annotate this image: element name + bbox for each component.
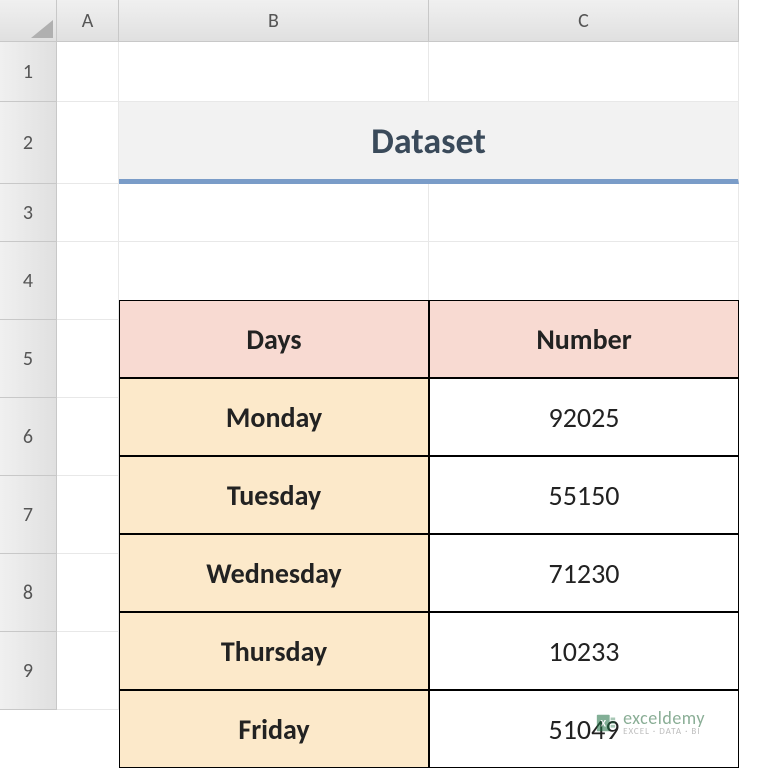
column-header-B[interactable]: B	[119, 0, 429, 42]
row-header-9[interactable]: 9	[0, 632, 57, 710]
cell-A6[interactable]	[57, 398, 119, 476]
row-header-4[interactable]: 4	[0, 242, 57, 320]
column-header-A[interactable]: A	[57, 0, 119, 42]
row-header-8[interactable]: 8	[0, 554, 57, 632]
column-header-C[interactable]: C	[429, 0, 739, 42]
watermark-brand: exceldemy	[623, 709, 705, 727]
watermark-tagline: EXCEL · DATA · BI	[623, 727, 705, 736]
table-header-number[interactable]: Number	[429, 300, 739, 378]
table-row-number[interactable]: 55150	[429, 456, 739, 534]
row-header-3[interactable]: 3	[0, 184, 57, 242]
cell-A3[interactable]	[57, 184, 119, 242]
cell-A5[interactable]	[57, 320, 119, 398]
table-row-number[interactable]: 71230	[429, 534, 739, 612]
data-table: Days Number Monday 92025 Tuesday 55150 W…	[119, 300, 739, 768]
cell-A2[interactable]	[57, 102, 119, 184]
row-header-7[interactable]: 7	[0, 476, 57, 554]
watermark-text: exceldemy EXCEL · DATA · BI	[623, 709, 705, 736]
title-cell[interactable]: Dataset	[119, 102, 739, 184]
cell-A4[interactable]	[57, 242, 119, 320]
cell-A7[interactable]	[57, 476, 119, 554]
table-row-day[interactable]: Friday	[119, 690, 429, 768]
table-row-day[interactable]: Tuesday	[119, 456, 429, 534]
watermark: X exceldemy EXCEL · DATA · BI	[595, 709, 705, 736]
cell-A8[interactable]	[57, 554, 119, 632]
row-header-1[interactable]: 1	[0, 42, 57, 102]
cell-C3[interactable]	[429, 184, 739, 242]
cell-B1[interactable]	[119, 42, 429, 102]
row-header-5[interactable]: 5	[0, 320, 57, 398]
table-header-days[interactable]: Days	[119, 300, 429, 378]
excel-icon: X	[595, 712, 617, 734]
table-row-day[interactable]: Thursday	[119, 612, 429, 690]
cell-B3[interactable]	[119, 184, 429, 242]
cell-C1[interactable]	[429, 42, 739, 102]
cell-A1[interactable]	[57, 42, 119, 102]
cell-A9[interactable]	[57, 632, 119, 710]
table-row-day[interactable]: Monday	[119, 378, 429, 456]
row-header-6[interactable]: 6	[0, 398, 57, 476]
table-row-day[interactable]: Wednesday	[119, 534, 429, 612]
svg-text:X: X	[601, 716, 607, 729]
table-row-number[interactable]: 10233	[429, 612, 739, 690]
row-header-2[interactable]: 2	[0, 102, 57, 184]
select-all-corner[interactable]	[0, 0, 57, 42]
table-row-number[interactable]: 92025	[429, 378, 739, 456]
